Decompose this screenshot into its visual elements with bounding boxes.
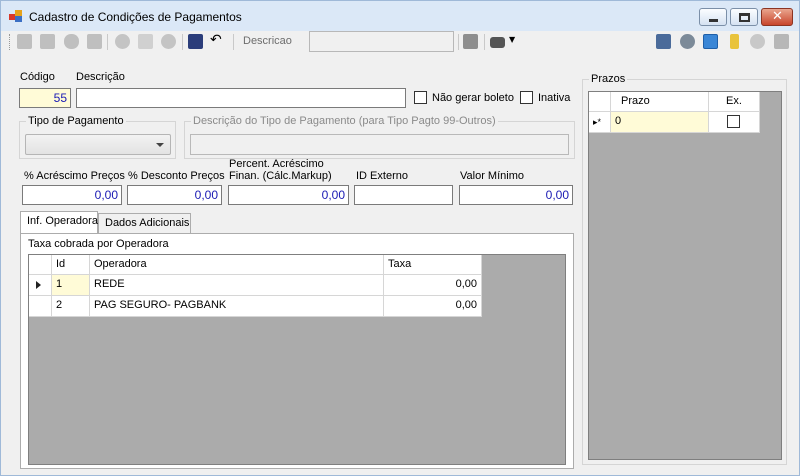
inativa-checkbox[interactable] [520,91,533,104]
column-header-operadora[interactable]: Operadora [90,255,384,275]
table-cell-ex[interactable] [709,112,760,133]
desconto-input[interactable]: 0,00 [127,185,222,205]
refresh-icon[interactable] [703,34,718,49]
nao-gerar-boleto-checkbox[interactable] [414,91,427,104]
percent-acrescimo-label-1: Percent. Acréscimo [229,158,324,170]
desconto-label: % Desconto Preços [128,170,225,182]
row-selector-icon [36,281,41,289]
grid-view-icon[interactable] [463,34,478,49]
tab-dados-adicionais[interactable]: Dados Adicionais [98,213,191,233]
percent-acrescimo-label-2: Finan. (Cálc.Markup) [229,170,332,182]
chevron-down-icon [156,143,164,147]
save-icon[interactable] [188,34,203,49]
valor-minimo-input[interactable]: 0,00 [459,185,573,205]
codigo-input[interactable]: 55 [19,88,71,108]
descricao-tipo-input[interactable] [190,134,569,155]
inativa-label: Inativa [538,92,571,104]
acrescimo-input[interactable]: 0,00 [22,185,122,205]
undo-icon[interactable]: ↶ [210,32,225,48]
add-icon[interactable] [115,34,130,49]
operadora-caption: Taxa cobrada por Operadora [28,238,169,250]
row-header-new[interactable]: ▸* [589,112,611,133]
app-icon [9,10,23,23]
acrescimo-label: % Acréscimo Preços [24,170,125,182]
tipo-pagamento-title: Tipo de Pagamento [26,115,126,127]
close-icon: ✕ [772,9,783,24]
search-field-label: Descricao [243,35,292,47]
nao-gerar-boleto-label: Não gerar boleto [432,92,514,104]
toolbar-grip[interactable] [9,34,11,50]
main-window: Cadastro de Condições de Pagamentos ✕ ↶ … [0,0,800,476]
maximize-icon [739,13,750,22]
tab-inf-operadora[interactable]: Inf. Operadora [20,211,98,233]
first-icon[interactable] [17,34,32,49]
chevron-down-icon[interactable]: ▼ [509,35,515,44]
table-cell-prazo[interactable]: 0 [611,112,709,133]
operadora-grid: Id Operadora Taxa 1 REDE 0,00 2 PAG SEGU… [28,254,566,465]
previous-icon[interactable] [40,34,55,49]
maximize-button[interactable] [730,8,758,26]
id-externo-label: ID Externo [356,170,408,182]
toolbar-separator [107,34,108,50]
table-cell-taxa[interactable]: 0,00 [384,296,482,317]
print-icon[interactable] [490,37,505,48]
ex-checkbox[interactable] [727,115,740,128]
cancel-icon[interactable] [161,34,176,49]
minimize-button[interactable] [699,8,727,26]
pin-icon[interactable] [730,34,739,49]
toolbar-separator [182,34,183,50]
descricao-input[interactable] [76,88,406,108]
table-cell-operadora[interactable]: PAG SEGURO- PAGBANK [90,296,384,317]
grid-corner [29,255,52,275]
tab-panel: Taxa cobrada por Operadora Id Operadora … [20,233,574,469]
toolbar: ↶ Descricao ▼ [5,31,797,53]
table-cell-taxa[interactable]: 0,00 [384,275,482,296]
prazos-grid: Prazo Ex. ▸* 0 [588,91,782,460]
minimize-icon [709,19,718,22]
title-bar: Cadastro de Condições de Pagamentos ✕ [1,1,799,31]
toolbar-separator [484,34,485,50]
edit-icon[interactable] [138,34,153,49]
user-icon[interactable] [750,34,765,49]
row-header[interactable] [29,296,52,317]
codigo-label: Código [20,71,55,83]
help-icon[interactable] [774,34,789,49]
search-input[interactable] [309,31,454,52]
prazos-title: Prazos [589,73,628,85]
column-header-id[interactable]: Id [52,255,90,275]
close-button[interactable]: ✕ [761,8,793,26]
settings-icon[interactable] [680,34,695,49]
column-header-prazo[interactable]: Prazo [611,92,709,112]
id-externo-input[interactable] [354,185,453,205]
descricao-tipo-title: Descrição do Tipo de Pagamento (para Tip… [191,115,498,127]
next-icon[interactable] [64,34,79,49]
table-cell-id[interactable]: 2 [52,296,90,317]
column-header-taxa[interactable]: Taxa [384,255,482,275]
row-header-selected[interactable] [29,275,52,296]
toolbar-separator [233,34,234,50]
grid-corner [589,92,611,112]
window-title: Cadastro de Condições de Pagamentos [29,10,242,24]
last-icon[interactable] [87,34,102,49]
descricao-label: Descrição [76,71,125,83]
table-cell-operadora[interactable]: REDE [90,275,384,296]
column-header-ex[interactable]: Ex. [709,92,760,112]
report-icon[interactable] [656,34,671,49]
table-cell-id[interactable]: 1 [52,275,90,296]
tipo-pagamento-select[interactable] [25,134,171,155]
valor-minimo-label: Valor Mínimo [460,170,524,182]
toolbar-separator [458,34,459,50]
percent-acrescimo-input[interactable]: 0,00 [228,185,349,205]
